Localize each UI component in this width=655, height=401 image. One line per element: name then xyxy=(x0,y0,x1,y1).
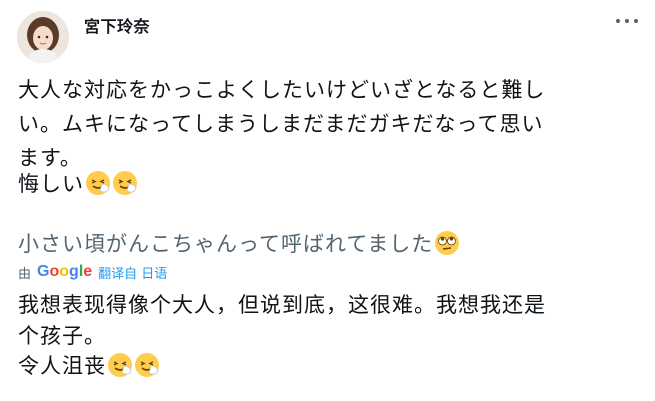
translated-text-line: 我想表现得像个大人，但说到底，这很难。我想我还是 xyxy=(18,293,546,317)
more-horizontal-icon xyxy=(616,19,620,23)
tweet-text-line: 大人な対応をかっこよくしたいけどいざとなると難し xyxy=(18,78,546,102)
tired-face-emoji xyxy=(135,353,159,377)
google-logo: G o o g l e xyxy=(37,263,92,281)
tweet-text-line-with-emoji: 悔しい xyxy=(18,170,138,199)
rolling-eyes-emoji xyxy=(435,231,460,255)
tweet-text-line: 小さい頃がんこちゃんって呼ばれてました xyxy=(18,232,434,256)
more-horizontal-icon xyxy=(625,19,629,23)
translated-text-line-with-emoji: 令人沮丧 xyxy=(18,352,160,381)
tweet-text-line: ます。 xyxy=(18,146,82,170)
author-name[interactable]: 宮下玲奈 xyxy=(84,13,150,37)
translated-from-link[interactable]: 翻译自 日语 xyxy=(98,263,167,282)
translated-text-line: 个孩子。 xyxy=(18,324,106,348)
google-logo-letter: e xyxy=(83,263,93,280)
tired-face-emoji xyxy=(86,171,110,195)
google-logo-letter: o xyxy=(59,263,70,280)
google-logo-letter: o xyxy=(49,263,60,280)
tired-face-emoji xyxy=(108,353,132,377)
translation-attribution: 由 G o o g l e 翻译自 日语 xyxy=(18,262,167,282)
avatar[interactable] xyxy=(17,11,69,63)
tweet-text-line-with-emoji: 小さい頃がんこちゃんって呼ばれてました xyxy=(18,230,460,259)
more-options-button[interactable] xyxy=(616,14,638,28)
tweet-text-line: い。ムキになってしまうしまだまだガキだなって思い xyxy=(18,112,544,136)
translated-by-label: 由 xyxy=(18,266,32,282)
translated-text-line: 令人沮丧 xyxy=(18,354,106,378)
tweet-text-line: 悔しい xyxy=(18,172,84,196)
tired-face-emoji xyxy=(113,171,137,195)
profile-photo xyxy=(17,11,69,63)
more-horizontal-icon xyxy=(634,19,638,23)
google-logo-letter: G xyxy=(37,263,50,280)
google-logo-letter: g xyxy=(69,263,79,280)
